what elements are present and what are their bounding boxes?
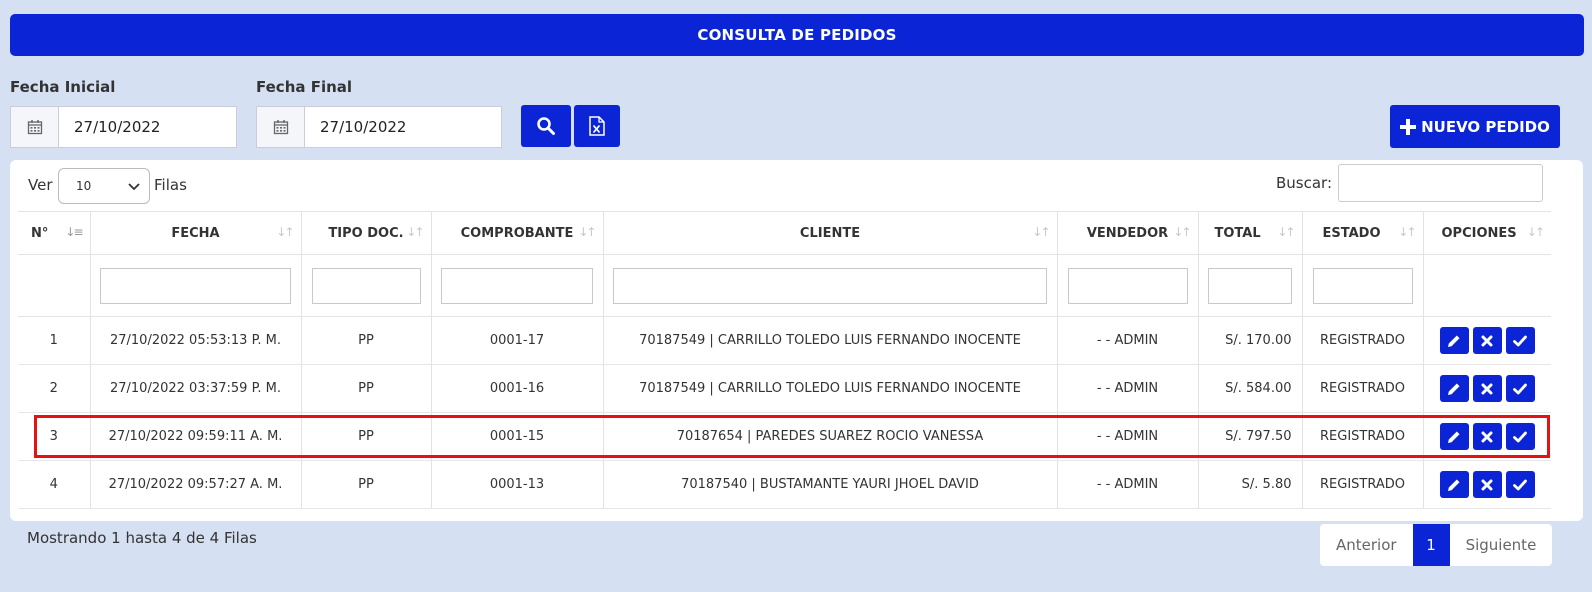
excel-file-icon [589,116,605,136]
column-header-fecha[interactable]: FECHA ↓↑ [90,211,302,255]
search-icon [537,117,555,135]
table-row: 2 27/10/2022 03:37:59 P. M. PP 0001-16 7… [18,364,1551,413]
end-date-field[interactable]: 27/10/2022 [256,106,502,148]
export-excel-button[interactable] [574,105,620,147]
pencil-icon [1448,383,1460,395]
filter-vendedor-input[interactable] [1067,267,1188,304]
filter-cell [18,254,91,317]
close-icon [1481,383,1493,394]
filter-fecha-input[interactable] [100,267,291,304]
column-header-opciones[interactable]: OPCIONES ↓↑ [1423,211,1551,255]
row-options [1423,316,1551,365]
filter-cell [1423,254,1551,317]
close-icon [1481,479,1493,490]
column-header-total[interactable]: TOTAL ↓↑ [1198,211,1303,255]
chevron-down-icon [128,183,140,191]
sort-icon: ↓↑ [1277,225,1295,239]
end-date-label: Fecha Final [256,78,353,96]
orders-table: N° ↓≡ FECHA ↓↑ TIPO DOC. ↓↑ COMPROBANTE ↓↑ C… [18,211,1551,509]
new-order-button[interactable]: NUEVO PEDIDO [1390,105,1560,148]
sort-asc-icon: ↓≡ [65,225,83,239]
pencil-icon [1448,479,1460,491]
column-header-vendedor[interactable]: VENDEDOR ↓↑ [1057,211,1199,255]
rows-label: Filas [154,176,187,194]
search-button[interactable] [521,105,571,147]
current-page-button[interactable]: 1 [1412,524,1450,566]
sort-icon: ↓↑ [1526,225,1545,239]
confirm-button[interactable] [1505,327,1535,354]
plus-icon [1400,118,1417,135]
column-header-comprobante[interactable]: COMPROBANTE ↓↑ [431,211,604,255]
sort-icon: ↓↑ [276,225,294,239]
sort-icon: ↓↑ [406,225,424,239]
search-label: Buscar: [1276,174,1333,192]
cancel-button[interactable] [1472,327,1502,354]
show-label: Ver [28,176,53,194]
check-icon [1513,383,1528,394]
pagination: Anterior 1 Siguiente [1320,524,1553,566]
filter-tipo-doc-input[interactable] [311,267,421,304]
column-header-tipo-doc[interactable]: TIPO DOC. ↓↑ [301,211,432,255]
row-options [1423,460,1551,509]
sort-icon: ↓↑ [1398,225,1416,239]
column-header-cliente[interactable]: CLIENTE ↓↑ [603,211,1058,255]
sort-icon: ↓↑ [578,225,596,239]
table-row: 1 27/10/2022 05:53:13 P. M. PP 0001-17 7… [18,316,1551,365]
confirm-button[interactable] [1505,375,1535,402]
previous-page-button[interactable]: Anterior [1320,524,1413,566]
start-date-label: Fecha Inicial [10,78,116,96]
sort-icon: ↓↑ [1032,225,1050,239]
new-order-label: NUEVO PEDIDO [1421,117,1550,136]
calendar-icon[interactable] [11,107,59,147]
pencil-icon [1448,335,1460,347]
table-row: 4 27/10/2022 09:57:27 A. M. PP 0001-13 7… [18,460,1551,509]
highlighted-row-box [34,415,1550,458]
page-size-value: 10 [76,179,92,193]
end-date-input[interactable]: 27/10/2022 [305,107,501,147]
cancel-button[interactable] [1472,471,1502,498]
filter-comprobante-input[interactable] [441,267,593,304]
search-input[interactable] [1338,164,1543,202]
edit-button[interactable] [1439,375,1469,402]
edit-button[interactable] [1439,471,1469,498]
column-header-estado[interactable]: ESTADO ↓↑ [1302,211,1424,255]
next-page-button[interactable]: Siguiente [1450,524,1553,566]
page-size-select[interactable]: 10 [58,168,150,204]
close-icon [1481,335,1493,346]
filter-cliente-input[interactable] [613,267,1047,304]
cancel-button[interactable] [1472,375,1502,402]
page-title: CONSULTA DE PEDIDOS [10,14,1584,56]
pagination-info: Mostrando 1 hasta 4 de 4 Filas [27,529,257,547]
column-header-n[interactable]: N° ↓≡ [18,211,91,255]
row-options [1423,364,1551,413]
start-date-field[interactable]: 27/10/2022 [10,106,237,148]
check-icon [1513,335,1528,346]
filter-total-input[interactable] [1208,267,1292,304]
check-icon [1513,479,1528,490]
calendar-icon[interactable] [257,107,305,147]
start-date-input[interactable]: 27/10/2022 [59,107,236,147]
sort-icon: ↓↑ [1173,225,1191,239]
edit-button[interactable] [1439,327,1469,354]
filter-estado-input[interactable] [1312,267,1413,304]
confirm-button[interactable] [1505,471,1535,498]
